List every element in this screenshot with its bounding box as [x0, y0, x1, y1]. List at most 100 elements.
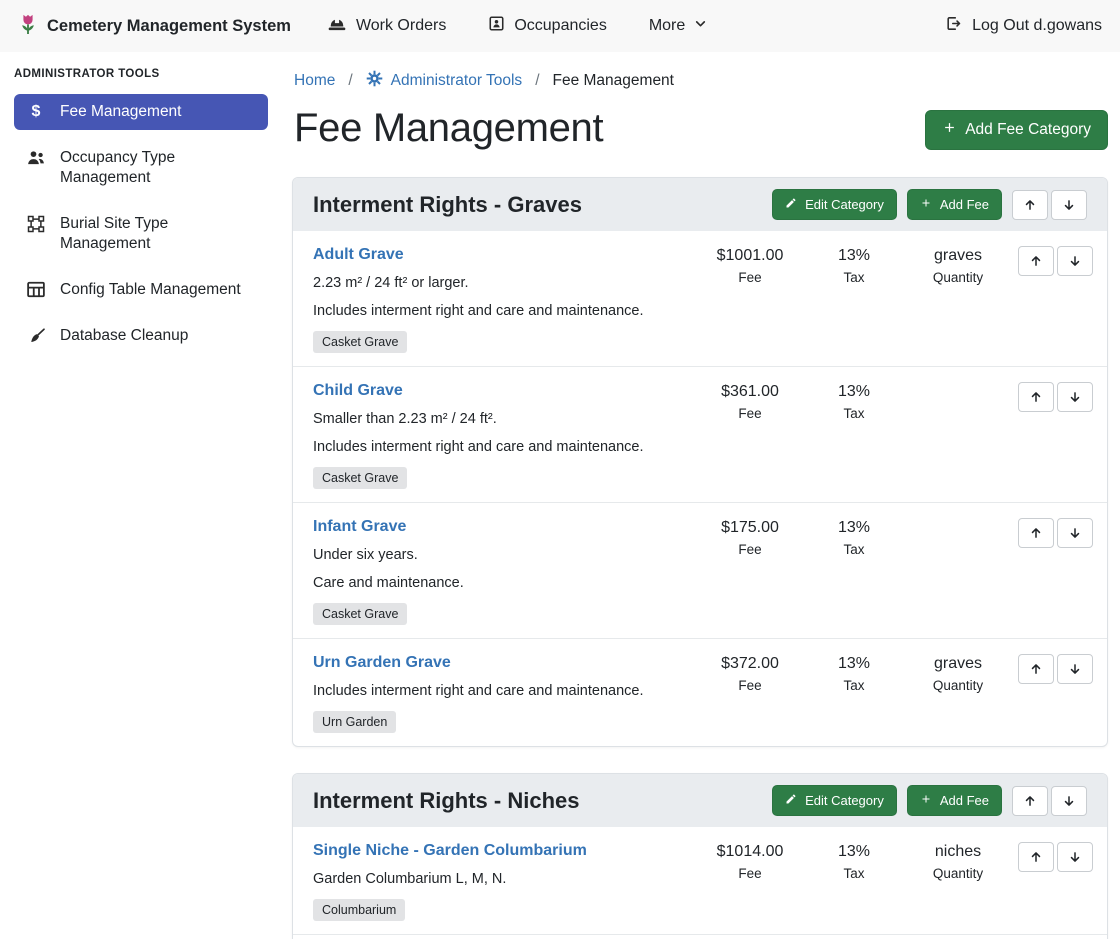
- plus-icon: [920, 197, 932, 212]
- category-reorder-buttons: [1012, 786, 1087, 816]
- sidebar-item-label: Fee Management: [60, 102, 182, 122]
- fee-name-link[interactable]: Child Grave: [313, 382, 403, 400]
- edit-category-label: Edit Category: [805, 197, 884, 212]
- fee-name-link[interactable]: Urn Garden Grave: [313, 654, 451, 672]
- fee-amount-label: Fee: [698, 866, 802, 881]
- move-fee-down-button[interactable]: [1057, 842, 1093, 872]
- fee-quantity-label: Quantity: [906, 678, 1010, 693]
- fee-tax-col: 13% Tax: [802, 516, 906, 557]
- sidebar-item-label: Database Cleanup: [60, 326, 188, 346]
- arrow-up-icon: [1023, 794, 1037, 808]
- fee-tax: 13%: [802, 843, 906, 861]
- move-fee-up-button[interactable]: [1018, 382, 1054, 412]
- nav-item-occupancies[interactable]: Occupancies: [488, 15, 607, 37]
- nav-item-more[interactable]: More: [649, 17, 707, 35]
- add-fee-category-button[interactable]: Add Fee Category: [925, 110, 1108, 150]
- fee-info: Infant Grave Under six years. Care and m…: [313, 516, 698, 625]
- arrow-up-icon: [1029, 390, 1043, 404]
- move-fee-up-button[interactable]: [1018, 842, 1054, 872]
- move-fee-down-button[interactable]: [1057, 246, 1093, 276]
- move-fee-up-button[interactable]: [1018, 518, 1054, 548]
- hard-hat-icon: [327, 15, 347, 38]
- sidebar-item-fee-management[interactable]: $ Fee Management: [14, 94, 268, 130]
- fee-description: 2.23 m² / 24 ft² or larger.: [313, 273, 688, 294]
- move-category-down-button[interactable]: [1051, 786, 1087, 816]
- add-fee-button[interactable]: Add Fee: [907, 785, 1002, 816]
- nav-label-occupancies: Occupancies: [514, 17, 607, 35]
- move-category-up-button[interactable]: [1012, 786, 1048, 816]
- fee-description: Smaller than 2.23 m² / 24 ft².: [313, 409, 688, 430]
- edit-category-button[interactable]: Edit Category: [772, 189, 897, 220]
- arrow-up-icon: [1029, 850, 1043, 864]
- fee-amount-label: Fee: [698, 270, 802, 285]
- fee-type-badge: Casket Grave: [313, 331, 407, 353]
- plus-icon: [942, 120, 957, 140]
- fee-tax-label: Tax: [802, 542, 906, 557]
- fee-quantity: graves: [906, 247, 1010, 265]
- add-fee-button[interactable]: Add Fee: [907, 189, 1002, 220]
- add-fee-label: Add Fee: [940, 793, 989, 808]
- breadcrumb-separator: /: [535, 72, 539, 90]
- fee-amount: $1001.00: [698, 247, 802, 265]
- sidebar-item-occupancy-type-management[interactable]: Occupancy Type Management: [14, 140, 268, 196]
- fee-amount-label: Fee: [698, 678, 802, 693]
- sidebar-item-label: Config Table Management: [60, 280, 241, 300]
- fee-info: Urn Garden Grave Includes interment righ…: [313, 652, 698, 733]
- nav-label-more: More: [649, 17, 685, 35]
- breadcrumb-current: Fee Management: [553, 72, 675, 90]
- logout-icon: [944, 15, 963, 37]
- arrow-up-icon: [1023, 198, 1037, 212]
- fee-tax-col: 13% Tax: [802, 840, 906, 881]
- move-category-up-button[interactable]: [1012, 190, 1048, 220]
- fee-type-badge: Casket Grave: [313, 467, 407, 489]
- fee-reorder-buttons: [1018, 244, 1093, 276]
- breadcrumb-admin-tools-link[interactable]: Administrator Tools: [366, 70, 523, 92]
- fee-name-link[interactable]: Single Niche - Garden Columbarium: [313, 842, 587, 860]
- move-fee-down-button[interactable]: [1057, 382, 1093, 412]
- fee-info: Single Niche - Garden Columbarium Garden…: [313, 840, 698, 921]
- fee-quantity-col: graves Quantity: [906, 652, 1010, 693]
- page-header: Fee Management Add Fee Category: [294, 106, 1108, 151]
- move-fee-up-button[interactable]: [1018, 654, 1054, 684]
- fee-amount-col: $175.00 Fee: [698, 516, 802, 557]
- nav-item-work-orders[interactable]: Work Orders: [327, 15, 446, 38]
- fee-row-companion-niche: Companion Niche - Garden Columbarium Gar…: [293, 934, 1107, 939]
- fee-type-badge: Columbarium: [313, 899, 405, 921]
- category-title: Interment Rights - Niches: [313, 788, 762, 814]
- breadcrumb-section-label: Administrator Tools: [391, 72, 523, 90]
- app-brand: Cemetery Management System: [18, 11, 291, 42]
- fee-tax-label: Tax: [802, 866, 906, 881]
- breadcrumb-home-link[interactable]: Home: [294, 72, 335, 90]
- move-fee-down-button[interactable]: [1057, 518, 1093, 548]
- sidebar-item-database-cleanup[interactable]: Database Cleanup: [14, 318, 268, 354]
- category-reorder-buttons: [1012, 190, 1087, 220]
- admin-tools-sidebar: ADMINISTRATOR TOOLS $ Fee Management Occ…: [0, 52, 280, 939]
- fee-row-child-grave: Child Grave Smaller than 2.23 m² / 24 ft…: [293, 366, 1107, 502]
- arrow-down-icon: [1068, 390, 1082, 404]
- fee-tax-label: Tax: [802, 678, 906, 693]
- fee-description: Includes interment right and care and ma…: [313, 437, 688, 458]
- move-fee-up-button[interactable]: [1018, 246, 1054, 276]
- main-nav: Work Orders Occupancies More: [327, 15, 707, 38]
- edit-category-button[interactable]: Edit Category: [772, 785, 897, 816]
- move-category-down-button[interactable]: [1051, 190, 1087, 220]
- arrow-down-icon: [1068, 850, 1082, 864]
- fee-quantity: graves: [906, 655, 1010, 673]
- fee-reorder-buttons: [1018, 840, 1093, 872]
- gear-icon: [366, 70, 383, 92]
- logout-link[interactable]: Log Out d.gowans: [944, 15, 1102, 37]
- fee-name-link[interactable]: Infant Grave: [313, 518, 406, 536]
- fee-reorder-buttons: [1018, 380, 1093, 412]
- fee-row-adult-grave: Adult Grave 2.23 m² / 24 ft² or larger. …: [293, 231, 1107, 366]
- top-navbar: Cemetery Management System Work Orders O…: [0, 0, 1120, 52]
- sidebar-item-config-table-management[interactable]: Config Table Management: [14, 272, 268, 308]
- fee-reorder-buttons: [1018, 516, 1093, 548]
- nav-label-work-orders: Work Orders: [356, 17, 446, 35]
- fee-amount-col: $1014.00 Fee: [698, 840, 802, 881]
- sidebar-item-burial-site-type-management[interactable]: Burial Site Type Management: [14, 206, 268, 262]
- arrow-up-icon: [1029, 526, 1043, 540]
- fee-amount: $1014.00: [698, 843, 802, 861]
- fee-name-link[interactable]: Adult Grave: [313, 246, 404, 264]
- fee-tax: 13%: [802, 655, 906, 673]
- move-fee-down-button[interactable]: [1057, 654, 1093, 684]
